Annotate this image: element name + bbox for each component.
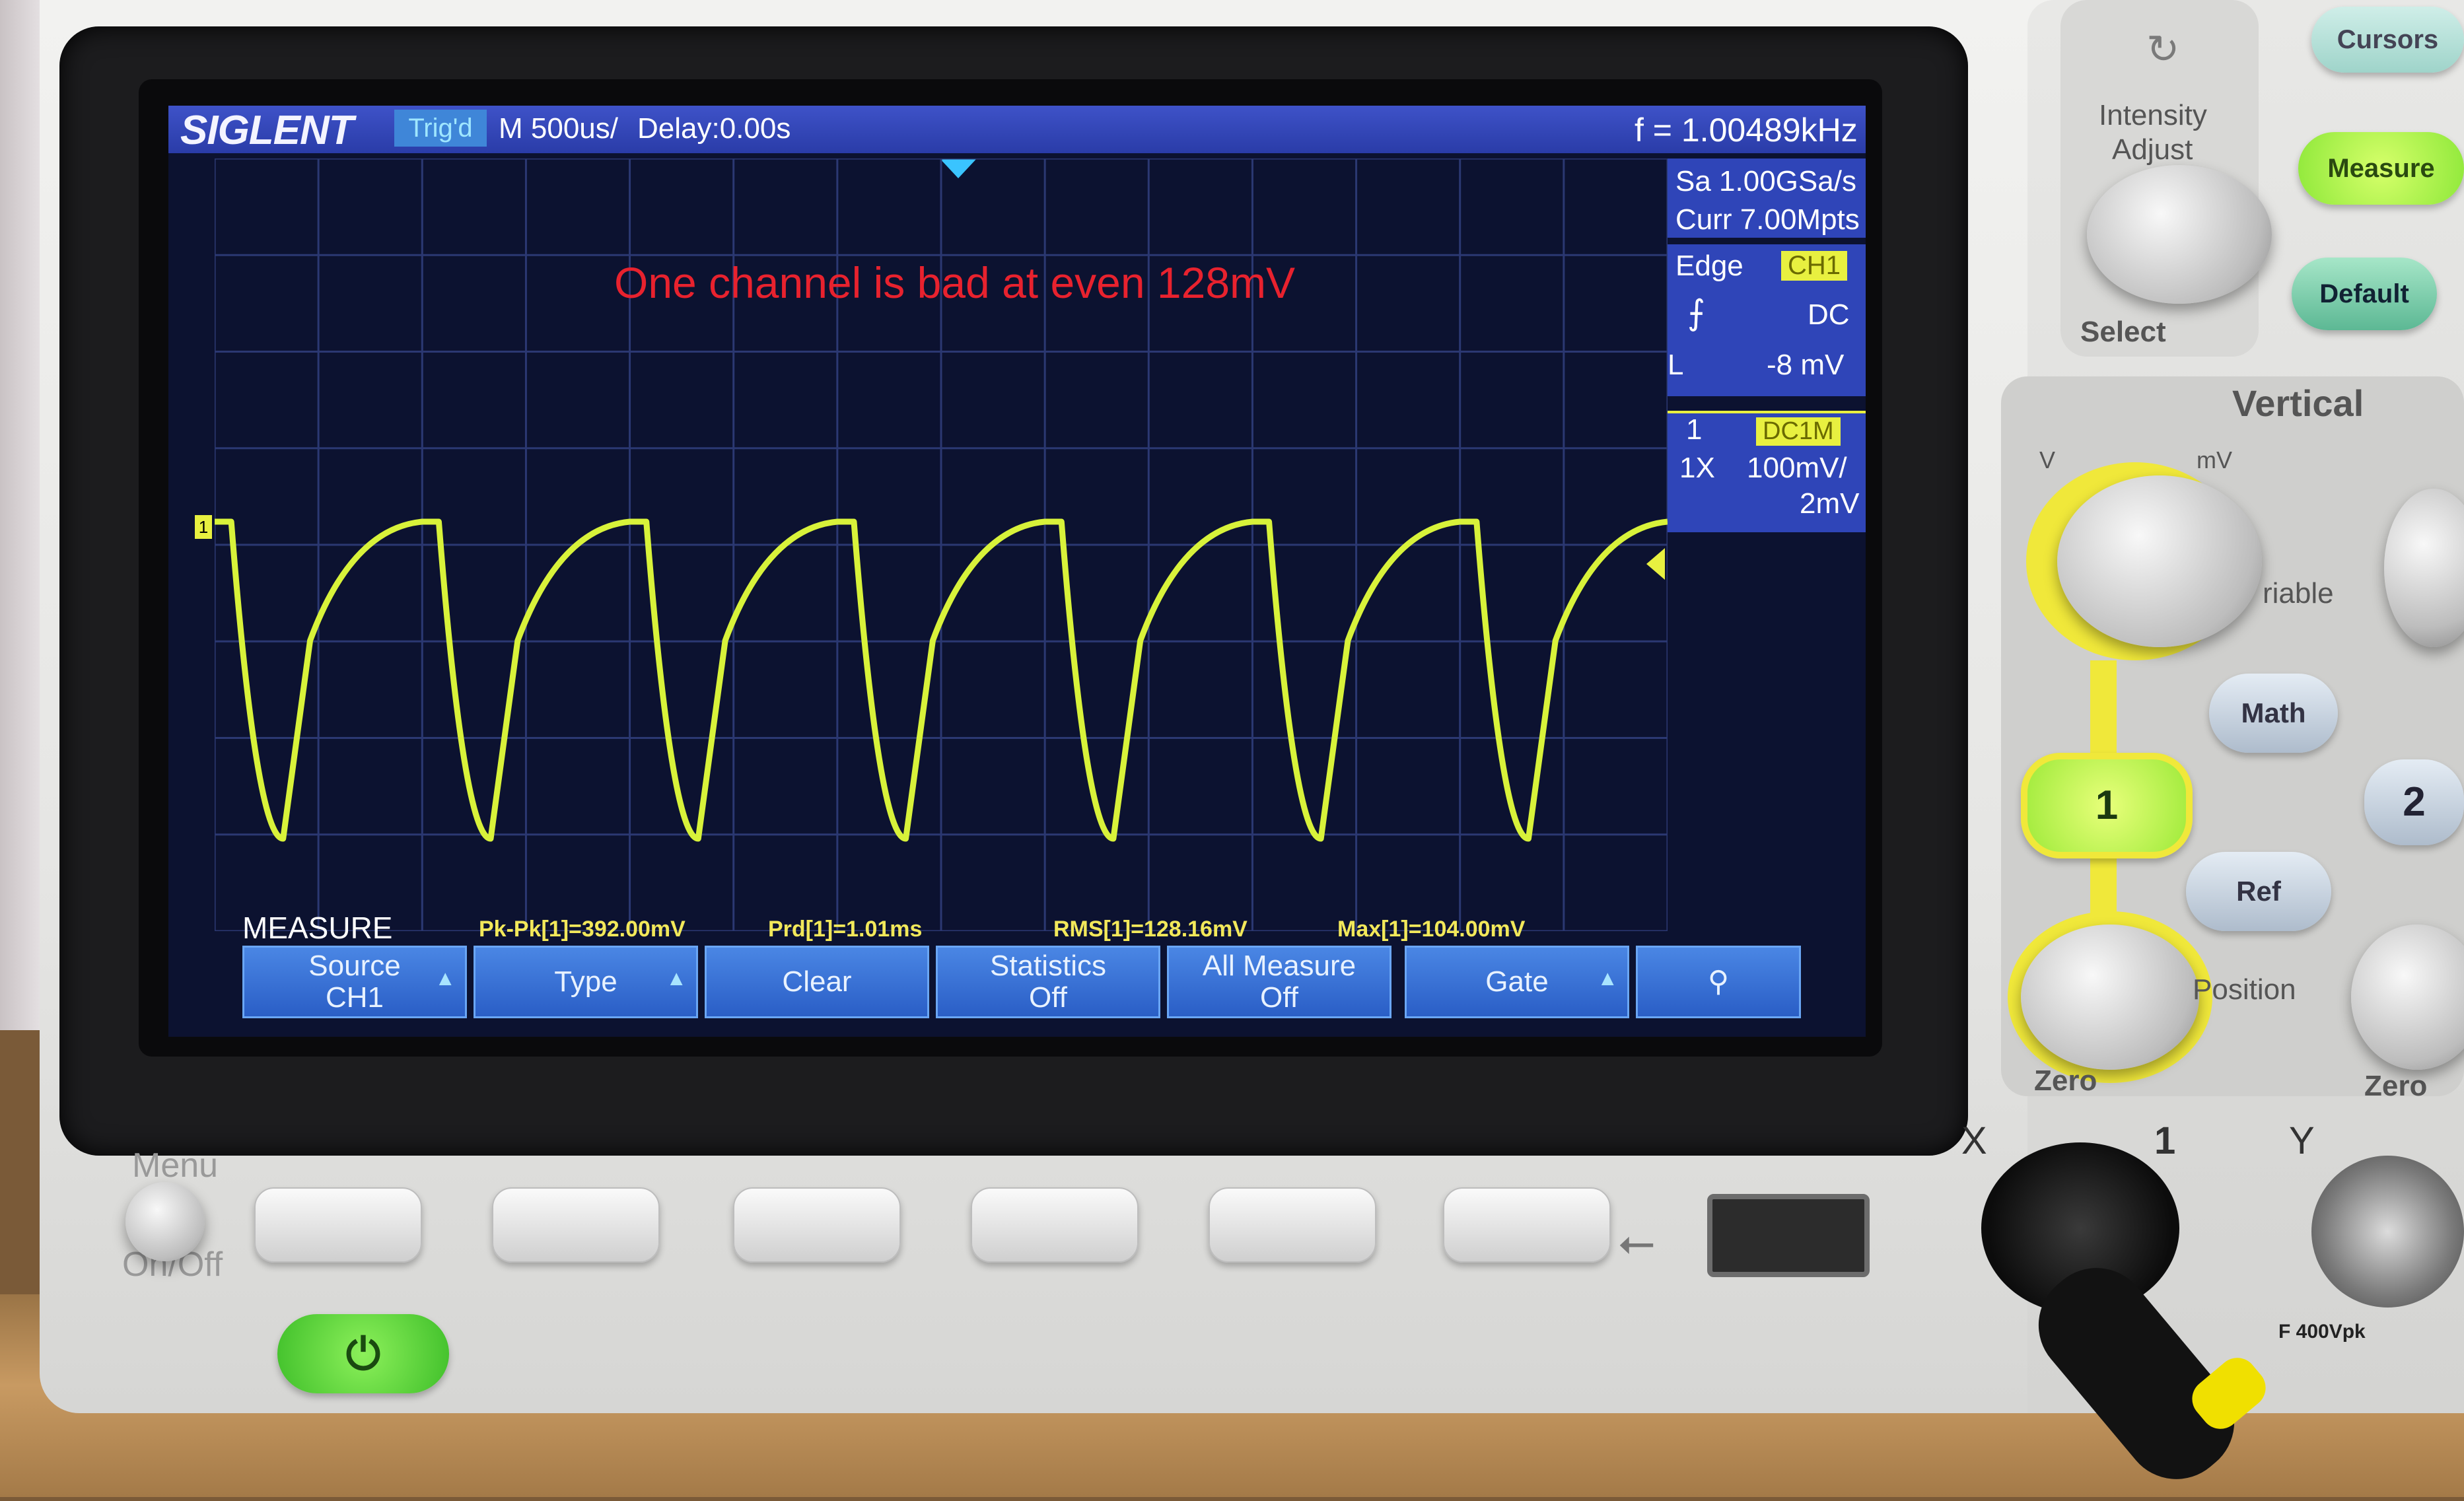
trigger-status: Trig'd bbox=[394, 110, 487, 147]
softkey-value: CH1 bbox=[325, 981, 384, 1014]
softkey-label: Statistics bbox=[989, 950, 1107, 982]
up-arrow-icon: ▲ bbox=[1597, 966, 1618, 990]
menu-onoff-button[interactable] bbox=[125, 1182, 205, 1261]
measurement-rms: RMS[1]=128.16mV bbox=[1053, 917, 1248, 942]
softkey-button-2[interactable] bbox=[492, 1187, 660, 1263]
memory-depth: Curr 7.00Mpts bbox=[1675, 203, 1860, 236]
softkey-type[interactable]: Type ▲ bbox=[474, 946, 698, 1018]
softkey-all-measure[interactable]: All Measure Off bbox=[1167, 946, 1391, 1018]
softkey-button-3[interactable] bbox=[733, 1187, 901, 1263]
v-label: V bbox=[2039, 446, 2056, 473]
input-1-label: 1 bbox=[2154, 1119, 2176, 1162]
mv-label: mV bbox=[2197, 446, 2232, 473]
network-icon: ⚲ bbox=[1707, 965, 1730, 998]
measurement-period: Prd[1]=1.01ms bbox=[768, 917, 923, 942]
frequency-readout: f = 1.00489kHz bbox=[1635, 112, 1858, 149]
softkey-label: Type bbox=[554, 965, 617, 998]
cursors-label: Cursors bbox=[2337, 25, 2439, 54]
softkey-label: Source bbox=[308, 950, 401, 982]
rising-edge-icon: ⨍ bbox=[1687, 294, 1706, 332]
softkey-gate[interactable]: Gate ▲ bbox=[1405, 946, 1629, 1018]
intensity-label: Intensity bbox=[2099, 99, 2207, 131]
ch2-button[interactable]: 2 bbox=[2364, 759, 2464, 845]
usb-icon: ⭠ bbox=[1618, 1216, 1655, 1267]
menu-label: Menu bbox=[132, 1146, 219, 1185]
measure-menu-title: MEASURE bbox=[242, 911, 393, 945]
brand-logo: SIGLENT bbox=[180, 108, 354, 153]
trigger-level-prefix: L bbox=[1668, 349, 1684, 381]
softkey-label: Clear bbox=[782, 965, 852, 998]
ch2-label: 2 bbox=[2403, 779, 2426, 825]
sample-rate: Sa 1.00GSa/s bbox=[1675, 165, 1856, 197]
softkey-source[interactable]: Source CH1 ▲ bbox=[242, 946, 467, 1018]
adjust-label: Adjust bbox=[2112, 133, 2193, 166]
softkey-button-1[interactable] bbox=[254, 1187, 422, 1263]
position-label: Position bbox=[2193, 973, 2296, 1006]
power-button[interactable]: ⏻ bbox=[277, 1314, 449, 1393]
intensity-knob[interactable] bbox=[2087, 165, 2272, 304]
math-label: Math bbox=[2241, 697, 2306, 728]
default-label: Default bbox=[2319, 279, 2409, 308]
cursors-button[interactable]: Cursors bbox=[2311, 7, 2464, 73]
softkey-statistics[interactable]: Statistics Off bbox=[936, 946, 1160, 1018]
y-label: Y bbox=[2289, 1119, 2315, 1162]
ref-button[interactable]: Ref bbox=[2186, 852, 2331, 931]
up-arrow-icon: ▲ bbox=[435, 966, 456, 990]
ch1-volts-div-knob[interactable] bbox=[2057, 475, 2262, 647]
ch1-button[interactable]: 1 bbox=[2021, 753, 2193, 858]
ch1-position-knob[interactable] bbox=[2021, 925, 2199, 1070]
softkey-value: Off bbox=[1029, 981, 1067, 1014]
math-button[interactable]: Math bbox=[2209, 674, 2338, 753]
softkey-menu: Source CH1 ▲ Type ▲ Clear Statistics Off… bbox=[242, 946, 1801, 1031]
measurement-max: Max[1]=104.00mV bbox=[1337, 917, 1526, 942]
trigger-type: Edge bbox=[1675, 250, 1743, 282]
measure-label: Measure bbox=[2327, 154, 2435, 183]
trigger-level-marker bbox=[1646, 548, 1665, 580]
ch1-label: 1 bbox=[2095, 783, 2119, 828]
softkey-label: All Measure bbox=[1202, 950, 1356, 982]
softkey-clear[interactable]: Clear bbox=[705, 946, 929, 1018]
info-panel: Sa 1.00GSa/s Curr 7.00Mpts Edge CH1 ⨍ DC… bbox=[1668, 158, 1866, 555]
channel-scale: 100mV/ bbox=[1747, 452, 1847, 484]
zero-label-ch2: Zero bbox=[2364, 1070, 2428, 1102]
channel-number: 1 bbox=[1686, 413, 1703, 446]
up-arrow-icon: ▲ bbox=[666, 966, 687, 990]
oscilloscope-screen: SIGLENT Trig'd M 500us/ Delay:0.00s f = … bbox=[168, 106, 1866, 1037]
channel-coupling: DC1M bbox=[1756, 417, 1841, 446]
channel-offset: 2mV bbox=[1800, 487, 1860, 520]
softkey-label: Gate bbox=[1485, 965, 1549, 998]
ref-label: Ref bbox=[2236, 876, 2281, 907]
trigger-level: -8 mV bbox=[1767, 349, 1845, 381]
ch2-bnc-connector[interactable] bbox=[2311, 1156, 2464, 1308]
probe-ratio: 1X bbox=[1679, 452, 1715, 484]
trigger-source: CH1 bbox=[1781, 251, 1848, 281]
softkey-network[interactable]: ⚲ bbox=[1636, 946, 1801, 1018]
status-bar: SIGLENT Trig'd M 500us/ Delay:0.00s f = … bbox=[168, 106, 1866, 153]
measure-button[interactable]: Measure bbox=[2298, 132, 2464, 205]
measurement-pkpk: Pk-Pk[1]=392.00mV bbox=[479, 917, 686, 942]
vertical-label: Vertical bbox=[2232, 382, 2364, 424]
softkey-button-4[interactable] bbox=[971, 1187, 1139, 1263]
refresh-icon: ↻ bbox=[2146, 27, 2180, 71]
power-icon: ⏻ bbox=[345, 1329, 381, 1378]
x-label: X bbox=[1961, 1119, 1987, 1162]
input-rating-label: F 400Vpk bbox=[2278, 1321, 2366, 1343]
variable-label: riable bbox=[2263, 577, 2334, 610]
default-button[interactable]: Default bbox=[2292, 258, 2437, 330]
zero-label: Zero bbox=[2034, 1065, 2097, 1097]
usb-port[interactable] bbox=[1707, 1194, 1870, 1277]
select-label: Select bbox=[2080, 316, 2166, 348]
softkey-button-5[interactable] bbox=[1209, 1187, 1376, 1263]
softkey-button-6[interactable] bbox=[1443, 1187, 1611, 1263]
timebase: M 500us/ bbox=[499, 112, 618, 145]
delay: Delay:0.00s bbox=[637, 112, 791, 145]
trigger-coupling: DC bbox=[1808, 298, 1850, 331]
channel-marker: 1 bbox=[195, 515, 212, 539]
annotation-text: One channel is bad at even 128mV bbox=[614, 258, 1296, 307]
softkey-value: Off bbox=[1260, 981, 1298, 1014]
